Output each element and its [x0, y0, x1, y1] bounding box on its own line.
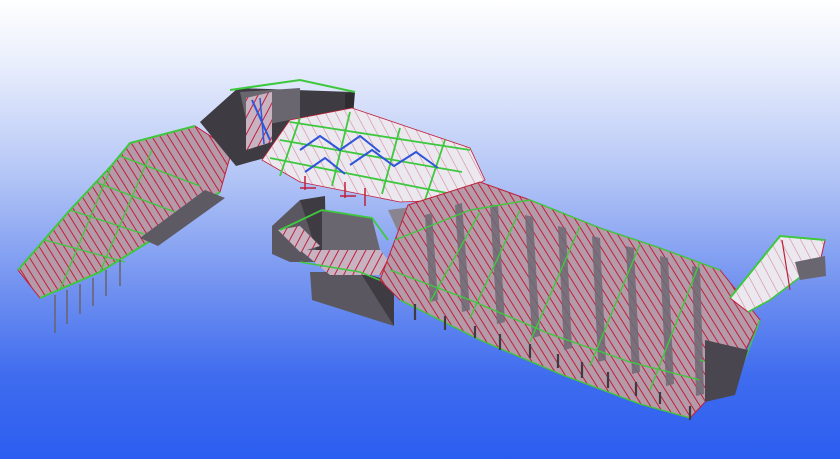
stair-shaft	[246, 92, 272, 150]
main-hall	[379, 181, 761, 420]
structural-model	[17, 78, 826, 420]
left-wing	[17, 125, 233, 333]
east-bridge	[729, 234, 826, 313]
main-hall-east-wall	[705, 340, 748, 402]
3d-viewport[interactable]	[0, 0, 840, 459]
